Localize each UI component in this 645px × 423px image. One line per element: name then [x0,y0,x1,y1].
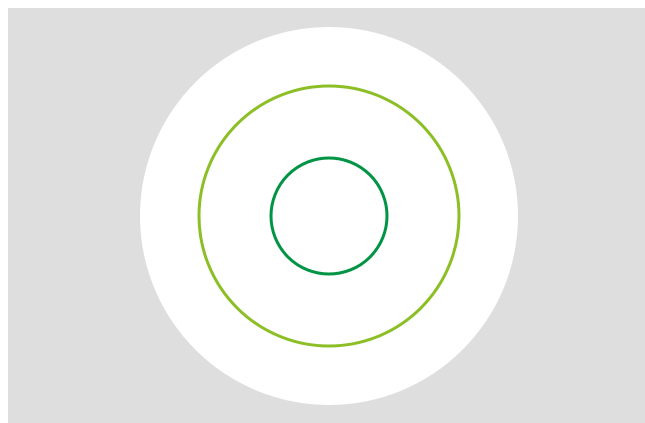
concentric-circles-graphic [8,8,645,423]
target-panel [8,8,645,423]
outer-disc [140,27,518,405]
